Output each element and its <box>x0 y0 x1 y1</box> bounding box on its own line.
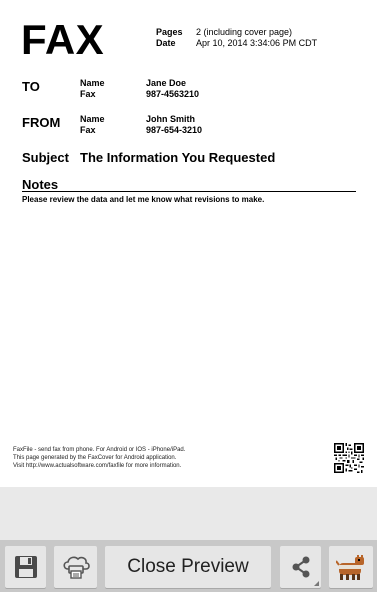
date-label: Date <box>156 38 176 48</box>
pages-label: Pages <box>156 27 183 37</box>
from-section-label: FROM <box>22 115 61 130</box>
qr-code-icon <box>334 443 364 473</box>
footer-line-1: FaxFile - send fax from phone. For Andro… <box>13 447 186 453</box>
share-icon <box>292 556 309 578</box>
from-name-value: John Smith <box>146 114 195 124</box>
footer-line-3: Visit http://www.actualsoftware.com/faxf… <box>13 463 182 469</box>
footer-line-2: This page generated by the FaxCover for … <box>13 455 177 461</box>
overflow-indicator-icon <box>314 581 319 586</box>
fax-title: FAX <box>21 16 105 63</box>
notes-divider <box>22 191 356 192</box>
notes-label: Notes <box>22 177 59 192</box>
floppy-disk-icon <box>14 556 37 578</box>
to-name-label: Name <box>80 78 105 88</box>
subject-value: The Information You Requested <box>80 150 276 165</box>
share-button[interactable] <box>280 546 321 588</box>
fax-cover-page: FAX Pages 2 (including cover page) Date … <box>0 0 377 487</box>
date-value: Apr 10, 2014 3:34:06 PM CDT <box>196 38 318 48</box>
app-menu-button[interactable] <box>329 546 373 588</box>
save-button[interactable] <box>5 546 46 588</box>
subject-label: Subject <box>22 150 69 165</box>
cloud-print-icon <box>62 556 90 579</box>
from-name-label: Name <box>80 114 105 124</box>
cloud-print-button[interactable] <box>54 546 97 588</box>
pages-value: 2 (including cover page) <box>196 27 293 37</box>
to-name-value: Jane Doe <box>146 78 187 88</box>
app-logo-icon <box>336 555 364 580</box>
to-fax-value: 987-4563210 <box>146 89 200 99</box>
close-preview-button[interactable]: Close Preview <box>105 546 271 588</box>
bottom-toolbar: Close Preview <box>0 540 377 592</box>
from-fax-value: 987-654-3210 <box>146 125 203 135</box>
notes-text: Please review the data and let me know w… <box>22 195 265 204</box>
to-section-label: TO <box>22 79 40 94</box>
to-fax-label: Fax <box>80 89 96 99</box>
from-fax-label: Fax <box>80 125 96 135</box>
